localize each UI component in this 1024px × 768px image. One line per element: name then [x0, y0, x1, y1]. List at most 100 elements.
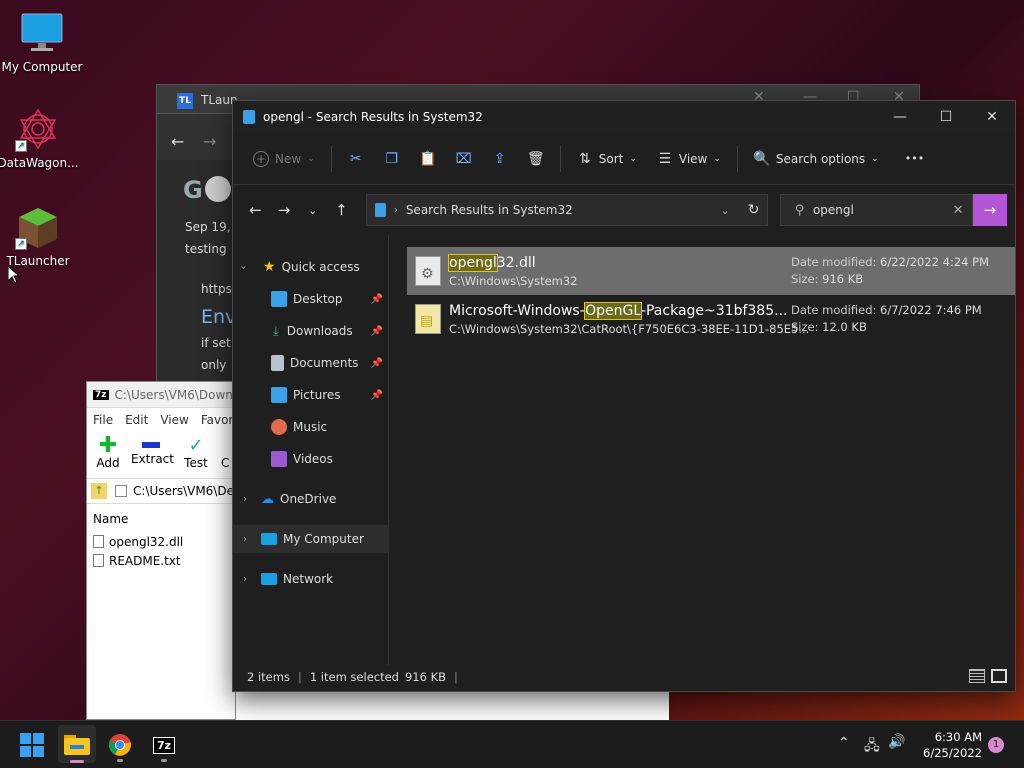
clear-search-icon[interactable]: ✕ — [953, 203, 964, 218]
nav-item-videos[interactable]: Videos — [233, 445, 389, 473]
close-button[interactable]: ✕ — [969, 101, 1015, 133]
network-status-icon[interactable]: 🖧 — [864, 735, 880, 759]
details-view-icon[interactable] — [969, 669, 985, 683]
clock[interactable]: 6:30 AM 6/25/2022 — [912, 729, 982, 761]
search-options-button[interactable]: 🔍 Search options ⌄ — [744, 142, 889, 176]
file-explorer-window[interactable]: opengl - Search Results in System32 — ☐ … — [232, 100, 1016, 692]
sevenzip-titlebar[interactable]: 7z C:\Users\VM6\Downlo — [87, 382, 235, 408]
desktop-icon-tlauncher[interactable]: ↗ TLauncher — [0, 204, 80, 268]
menu-edit[interactable]: Edit — [125, 413, 148, 427]
nav-label: Music — [293, 420, 328, 434]
copy-button[interactable]: C — [221, 456, 229, 470]
search-results-list: ⚙ opengl32.dll C:\Windows\System32 Date … — [407, 247, 1015, 343]
nav-item-documents[interactable]: Documents 📌 — [233, 349, 389, 377]
text-file-icon — [93, 554, 104, 567]
nav-item-my-computer[interactable]: › My Computer — [233, 525, 389, 553]
sort-button[interactable]: ⇅ Sort ⌄ — [567, 142, 647, 176]
taskbar-file-explorer[interactable] — [58, 725, 96, 763]
view-label: View — [678, 151, 708, 166]
share-button[interactable]: ⇪ — [482, 142, 518, 176]
datawagon-logo-icon: ↗ — [15, 106, 61, 152]
status-divider: | — [454, 670, 458, 684]
menu-favorites[interactable]: Favori — [201, 413, 235, 427]
nav-item-quick-access[interactable]: › ★ Quick access — [233, 253, 389, 281]
maximize-button[interactable]: ☐ — [923, 101, 969, 133]
nav-item-downloads[interactable]: ⤓ Downloads 📌 — [233, 317, 389, 345]
match-highlight: opengl — [448, 253, 498, 272]
pin-icon: 📌 — [370, 357, 383, 369]
refresh-icon[interactable]: ↻ — [748, 202, 760, 218]
more-icon: ••• — [904, 152, 925, 165]
table-row[interactable]: ⚙ opengl32.dll C:\Windows\System32 Date … — [407, 247, 1015, 295]
forward-arrow-icon[interactable]: → — [203, 132, 216, 151]
volume-icon[interactable]: 🔊 — [888, 734, 905, 750]
item-count: 2 items — [247, 670, 290, 684]
nav-item-music[interactable]: Music — [233, 413, 389, 441]
post-date: Sep 19, — [185, 220, 231, 234]
star-icon: ★ — [263, 259, 276, 275]
date-value: 6/7/2022 7:46 PM — [880, 303, 982, 317]
sevenzip-window[interactable]: 7z C:\Users\VM6\Downlo File Edit View Fa… — [86, 381, 236, 720]
explorer-titlebar[interactable]: opengl - Search Results in System32 — ☐ … — [233, 101, 1015, 133]
size-label: Size: — [791, 272, 819, 286]
table-row[interactable]: ▤ Microsoft-Windows-OpenGL-Package~31bf3… — [407, 295, 1015, 343]
post-heading: Env — [201, 306, 237, 328]
desktop-icon-datawagon[interactable]: ↗ DataWagon... — [0, 106, 80, 170]
new-label: New — [275, 151, 302, 166]
chevron-up-icon[interactable]: ⌃ — [838, 735, 850, 751]
nav-item-network[interactable]: › Network — [233, 565, 389, 593]
copy-button[interactable]: ❐ — [374, 142, 410, 176]
extract-button[interactable]: Extract — [131, 436, 174, 466]
minus-icon — [142, 442, 160, 448]
column-header-name[interactable]: Name — [93, 512, 235, 526]
back-arrow-icon[interactable]: ← — [171, 132, 184, 151]
tiles-view-icon[interactable] — [991, 669, 1007, 683]
more-options-button[interactable]: ••• — [895, 142, 934, 176]
toolbar-divider — [330, 145, 332, 172]
nav-item-onedrive[interactable]: › ☁ OneDrive — [233, 485, 389, 513]
post-link[interactable]: https — [201, 282, 232, 296]
minimize-button[interactable]: — — [877, 101, 923, 133]
sevenzip-path-input[interactable]: C:\Users\VM6\De — [133, 484, 234, 498]
delete-button[interactable]: 🗑 — [518, 142, 554, 176]
desktop-icon-my-computer[interactable]: My Computer — [0, 10, 84, 74]
menu-view[interactable]: View — [160, 413, 188, 427]
nav-item-desktop[interactable]: Desktop 📌 — [233, 285, 389, 313]
taskbar-7zip[interactable]: 7z — [148, 729, 180, 762]
check-icon: ✓ — [188, 435, 204, 456]
view-button[interactable]: ☰ View ⌄ — [647, 142, 731, 176]
minecraft-grass-block-icon: ↗ — [15, 204, 61, 250]
browser-content: G Sep 19, testing https Env if set only — [157, 160, 237, 384]
search-go-button[interactable]: → — [972, 194, 1007, 226]
browser-window[interactable]: ← → G Sep 19, testing https Env if set o… — [156, 114, 237, 384]
cut-button[interactable]: ✂ — [338, 142, 374, 176]
notification-badge[interactable]: 1 — [988, 737, 1004, 753]
new-button[interactable]: + New ⌄ — [243, 142, 325, 176]
menu-file[interactable]: File — [93, 413, 113, 427]
add-button[interactable]: ✚ Add — [93, 435, 123, 471]
address-bar[interactable]: › Search Results in System32 ⌄ ↻ — [365, 194, 769, 226]
address-dropdown-icon[interactable]: ⌄ — [720, 204, 729, 217]
rename-button[interactable]: ⌧ — [446, 142, 482, 176]
list-item[interactable]: opengl32.dll — [93, 532, 235, 551]
up-button[interactable]: ↑ — [327, 201, 356, 219]
recent-locations-button[interactable]: ⌄ — [298, 204, 327, 217]
chrome-icon — [108, 734, 131, 756]
file-meta: Date modified: 6/22/2022 4:24 PM Size: 9… — [791, 254, 989, 288]
search-box[interactable]: ⚲ opengl ✕ — [780, 194, 973, 226]
up-folder-icon[interactable]: ↑ — [91, 483, 107, 499]
browser-logo-text: G — [183, 176, 203, 204]
search-input[interactable]: opengl — [813, 203, 854, 217]
taskbar-chrome[interactable] — [104, 729, 136, 762]
chevron-down-icon: ⌄ — [871, 153, 879, 164]
date-value: 6/22/2022 4:24 PM — [880, 255, 989, 269]
forward-button[interactable]: → — [270, 201, 299, 219]
back-button[interactable]: ← — [241, 201, 270, 219]
nav-label: Documents — [290, 356, 359, 370]
nav-item-pictures[interactable]: Pictures 📌 — [233, 381, 389, 409]
running-indicator — [117, 759, 123, 762]
list-item[interactable]: README.txt — [93, 551, 235, 570]
start-button[interactable] — [16, 729, 48, 761]
paste-button[interactable]: 📋 — [410, 142, 446, 176]
test-button[interactable]: ✓ Test — [181, 435, 211, 471]
